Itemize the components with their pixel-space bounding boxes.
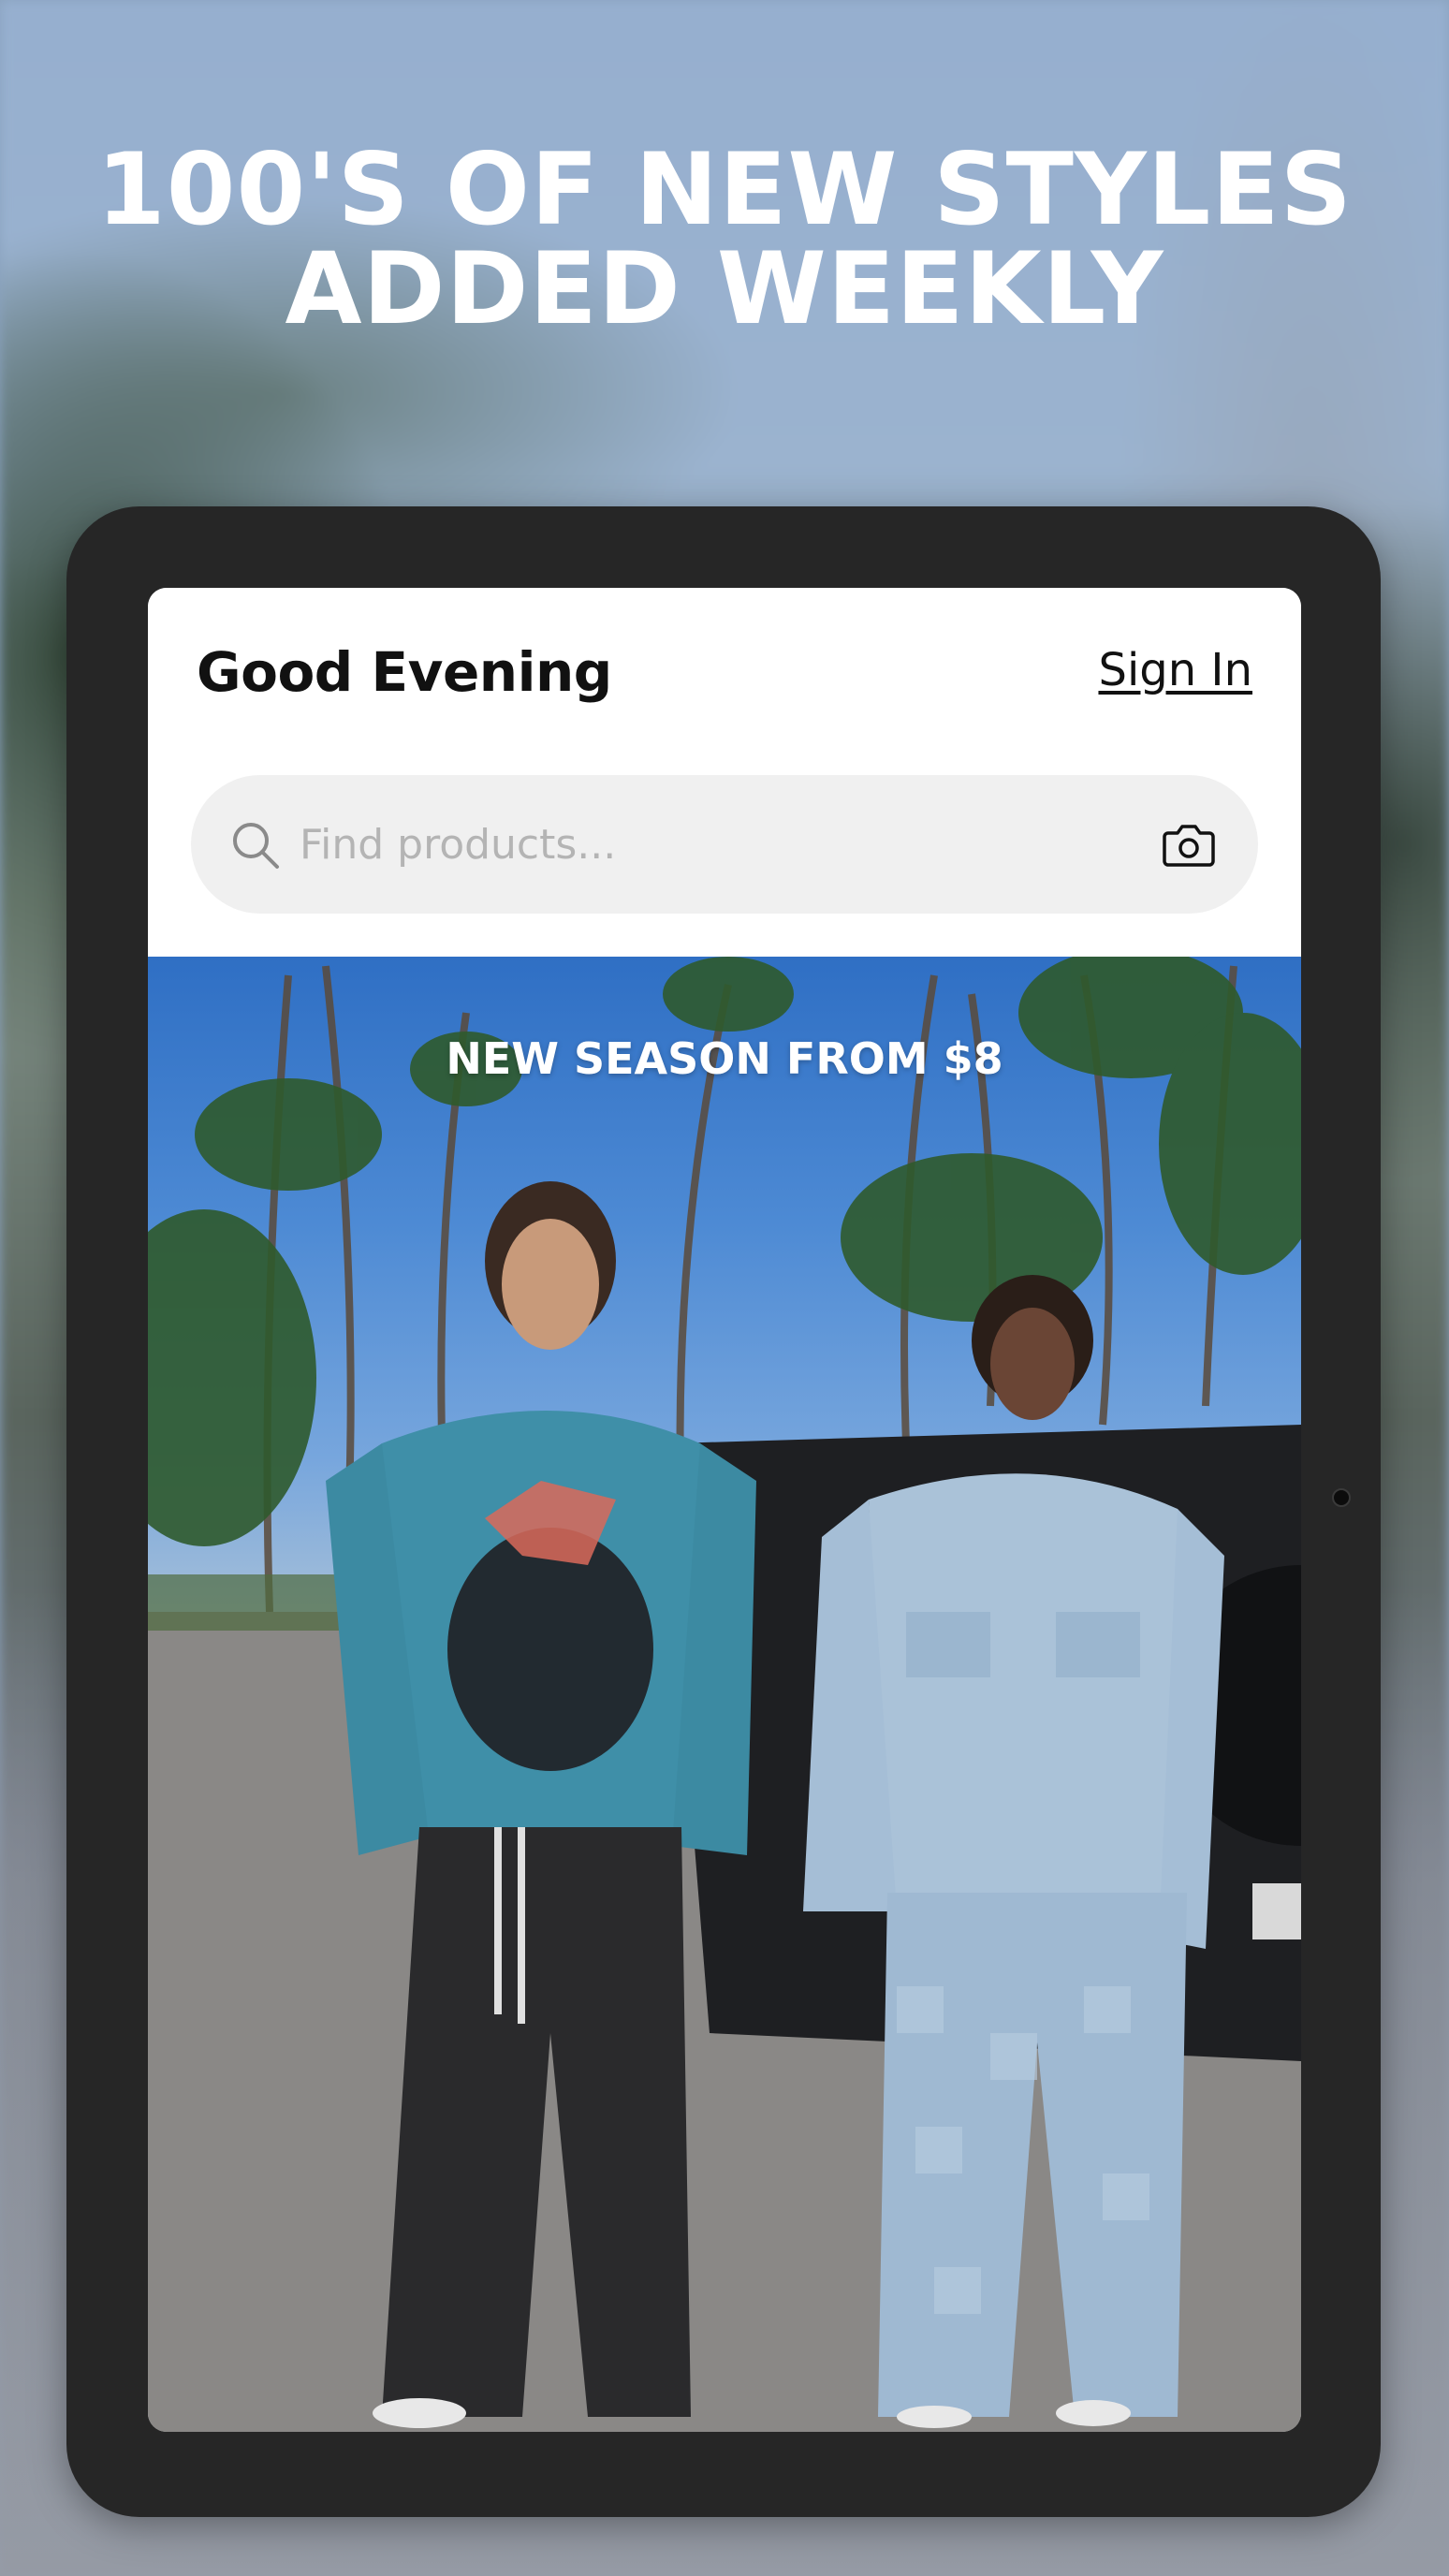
search-icon xyxy=(233,823,279,869)
search-bar[interactable] xyxy=(191,775,1258,914)
camera-icon[interactable] xyxy=(1163,822,1215,867)
hero-banner[interactable]: NEW SEASON FROM $8 xyxy=(148,957,1301,2432)
tablet-frame: Good Evening Sign In Find products... NE… xyxy=(66,506,1381,2517)
promo-headline: 100'S OF NEW STYLES ADDED WEEKLY xyxy=(0,140,1449,339)
greeting-title: Good Evening xyxy=(197,640,612,704)
app-screen: Good Evening Sign In Find products... NE… xyxy=(148,588,1301,2432)
front-camera xyxy=(1332,1488,1351,1507)
promo-headline-line-1: 100'S OF NEW STYLES xyxy=(95,132,1354,247)
sign-in-link[interactable]: Sign In xyxy=(1098,644,1252,696)
banner-title: NEW SEASON FROM $8 xyxy=(446,1033,1003,1084)
search-input[interactable] xyxy=(300,775,1105,914)
promo-headline-line-2: ADDED WEEKLY xyxy=(285,231,1164,346)
hero-banner-photo xyxy=(148,957,1301,2432)
